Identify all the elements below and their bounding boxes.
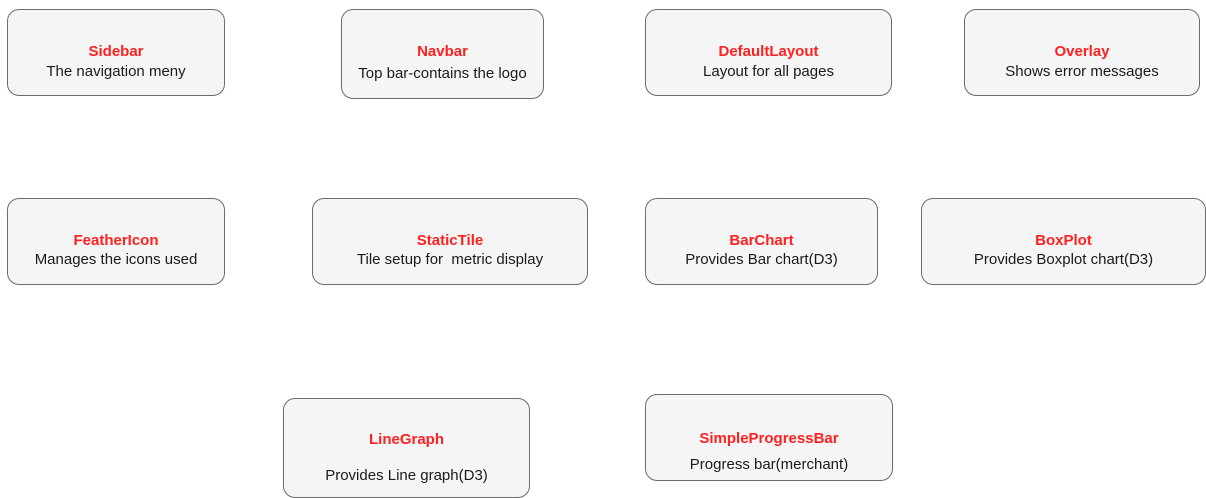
box-title: FeatherIcon bbox=[73, 232, 159, 249]
box-description: Layout for all pages bbox=[703, 63, 834, 80]
navbar-component-box[interactable]: Navbar Top bar-contains the logo bbox=[341, 9, 544, 99]
box-description: Tile setup for metric display bbox=[356, 251, 544, 268]
overlay-component-box[interactable]: Overlay Shows error messages bbox=[964, 9, 1200, 96]
box-description: Shows error messages bbox=[1005, 63, 1159, 80]
box-title: SimpleProgressBar bbox=[699, 430, 839, 447]
sidebar-component-box[interactable]: Sidebar The navigation meny bbox=[7, 9, 225, 96]
box-title: StaticTile bbox=[416, 232, 484, 249]
box-title: Sidebar bbox=[88, 43, 144, 60]
box-title: LineGraph bbox=[368, 431, 444, 448]
box-plot-component-box[interactable]: BoxPlot Provides Boxplot chart(D3) bbox=[921, 198, 1206, 285]
box-title: BoxPlot bbox=[1035, 232, 1092, 249]
box-description: Manages the icons used bbox=[34, 251, 198, 268]
box-description: Progress bar(merchant) bbox=[689, 456, 849, 473]
static-tile-component-box[interactable]: StaticTile Tile setup for metric display bbox=[312, 198, 588, 285]
box-description: Provides Bar chart(D3) bbox=[685, 251, 838, 268]
box-title: BarChart bbox=[729, 232, 794, 249]
box-description: Top bar-contains the logo bbox=[358, 65, 527, 82]
box-title: Overlay bbox=[1054, 43, 1110, 60]
box-title: DefaultLayout bbox=[718, 43, 819, 60]
box-description: Provides Line graph(D3) bbox=[325, 467, 488, 484]
bar-chart-component-box[interactable]: BarChart Provides Bar chart(D3) bbox=[645, 198, 878, 285]
default-layout-component-box[interactable]: DefaultLayout Layout for all pages bbox=[645, 9, 892, 96]
feather-icon-component-box[interactable]: FeatherIcon Manages the icons used bbox=[7, 198, 225, 285]
box-description: The navigation meny bbox=[46, 63, 186, 80]
box-description: Provides Boxplot chart(D3) bbox=[973, 251, 1154, 268]
line-graph-component-box[interactable]: LineGraph Provides Line graph(D3) bbox=[283, 398, 530, 498]
box-title: Navbar bbox=[417, 43, 468, 60]
simple-progress-bar-component-box[interactable]: SimpleProgressBar Progress bar(merchant) bbox=[645, 394, 893, 481]
